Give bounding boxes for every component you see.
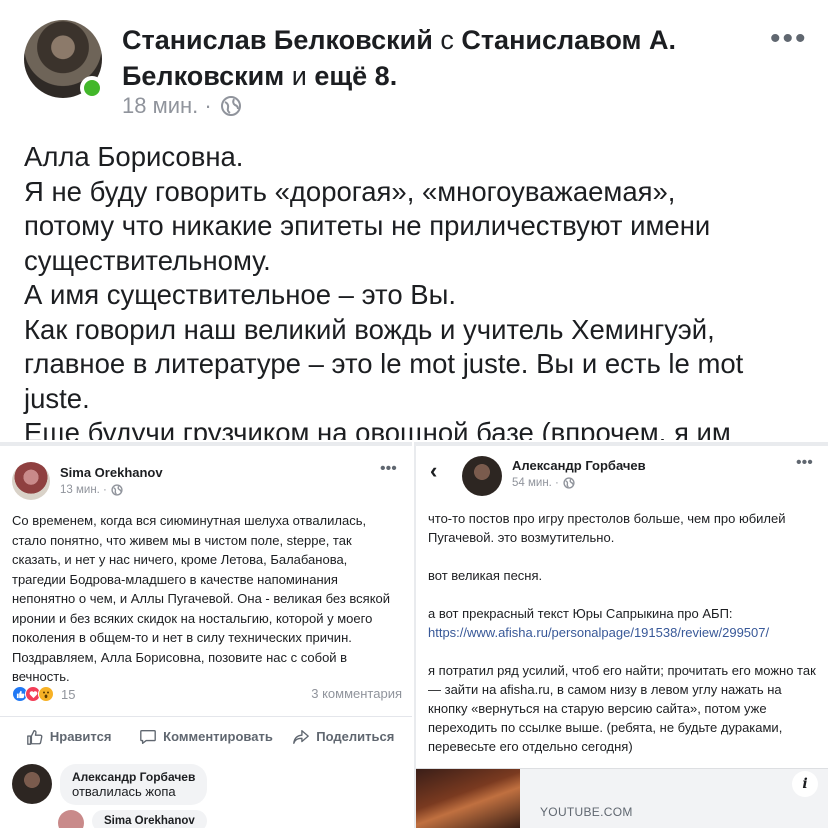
online-status-dot <box>80 76 104 100</box>
post-line: существительному. <box>24 244 271 276</box>
post-author-line: Станислав Белковский с Станиславом А. Бе… <box>122 22 732 94</box>
post-paragraph: что-то постов про игру престолов больше,… <box>428 511 786 545</box>
more-options-icon[interactable]: ••• <box>380 460 397 478</box>
author-connector: с <box>432 25 462 55</box>
tagged-user-link[interactable]: Станиславом А. <box>461 25 676 55</box>
wow-reaction-icon <box>38 686 54 702</box>
post-time[interactable]: 18 мин. · <box>122 93 212 119</box>
post-paragraph-text: а вот прекрасный текст Юры Сапрыкина про… <box>428 606 733 621</box>
comment-button[interactable]: Комментировать <box>137 728 274 746</box>
afisha-link[interactable]: https://www.afisha.ru/personalpage/19153… <box>428 625 769 640</box>
link-domain: YOUTUBE.COM <box>540 805 633 819</box>
post-meta: 18 мин. · <box>122 93 242 119</box>
commenter-name[interactable]: Александр Горбачев <box>72 770 195 784</box>
info-icon[interactable]: i <box>792 771 818 797</box>
globe-icon <box>220 96 241 116</box>
share-icon <box>293 729 310 744</box>
main-post: Станислав Белковский с Станиславом А. Бе… <box>0 0 828 440</box>
author-connector-2: и <box>284 61 315 91</box>
post-body: Со временем, когда вся сиюминутная шелух… <box>12 513 391 684</box>
post-time[interactable]: 13 мин. · <box>60 484 107 496</box>
back-chevron-icon[interactable]: ‹ <box>430 458 437 484</box>
post-line: потому что никакие эпитеты не приличеств… <box>24 210 711 241</box>
reactions-summary[interactable]: 15 <box>12 686 75 702</box>
comments-count-link[interactable]: 3 комментария <box>311 686 402 701</box>
post-paragraph: а вот прекрасный текст Юры Сапрыкина про… <box>428 604 824 642</box>
share-button[interactable]: Поделиться <box>275 728 412 746</box>
post-line: А имя существительное – это Вы. <box>24 279 456 310</box>
author-avatar[interactable] <box>462 456 502 496</box>
globe-icon <box>563 477 575 489</box>
globe-icon <box>111 484 123 496</box>
post-line: juste. <box>24 382 90 414</box>
like-label: Нравится <box>49 729 112 744</box>
video-thumbnail[interactable] <box>416 769 520 828</box>
comment-text: отвалилась жопа <box>72 784 176 799</box>
comment-label: Комментировать <box>163 729 273 744</box>
post-line: Я не буду говорить «дорогая», «многоуваж… <box>24 175 676 207</box>
post-paragraph: я потратил ряд усилий, чтоб его найти; п… <box>428 663 816 754</box>
more-options-icon[interactable]: ••• <box>796 454 813 472</box>
tagged-user-link-cont[interactable]: Белковским <box>122 61 284 91</box>
link-preview-card[interactable]: YOUTUBE.COM i <box>416 768 828 828</box>
author-name-link[interactable]: Станислав Белковский <box>122 25 433 55</box>
post-body: что-то постов про игру престолов больше,… <box>428 509 824 775</box>
post-actions-bar: Нравится Комментировать Поделиться <box>0 716 412 756</box>
post-meta: 54 мин. · <box>512 477 575 489</box>
comment-icon <box>140 729 157 744</box>
post-meta: 13 мин. · <box>60 484 123 496</box>
comment-bubble: Александр Горбачев отвалилась жопа <box>60 764 208 805</box>
more-tagged-link[interactable]: ещё 8. <box>314 61 397 91</box>
author-name[interactable]: Sima Orekhanov <box>60 465 163 480</box>
author-avatar[interactable] <box>12 462 50 500</box>
more-options-icon[interactable]: ••• <box>770 22 808 56</box>
post-time[interactable]: 54 мин. · <box>512 477 559 489</box>
left-post: Sima Orekhanov 13 мин. · ••• Со временем… <box>0 442 412 828</box>
reply-avatar[interactable] <box>58 810 84 828</box>
thumbs-up-icon <box>27 729 43 745</box>
author-name[interactable]: Александр Горбачев <box>512 458 646 473</box>
post-line: Алла Борисовна. <box>24 141 244 172</box>
post-body: Алла Борисовна. Я не буду говорить «доро… <box>24 140 814 440</box>
like-button[interactable]: Нравится <box>0 728 137 746</box>
post-line: Еще будучи грузчиком на овощной базе (вп… <box>24 417 731 440</box>
post-line: главное в литературе – это le mot juste.… <box>24 348 744 379</box>
post-paragraph: вот великая песня. <box>428 568 543 583</box>
post-line: Как говорил наш великий вождь и учитель … <box>24 313 715 345</box>
reply-author-name[interactable]: Sima Orekhanov <box>92 810 207 828</box>
right-post: ‹ Александр Горбачев 54 мин. · ••• что-т… <box>414 442 828 828</box>
share-label: Поделиться <box>316 729 395 744</box>
commenter-avatar[interactable] <box>12 764 52 804</box>
reaction-count: 15 <box>61 686 76 702</box>
